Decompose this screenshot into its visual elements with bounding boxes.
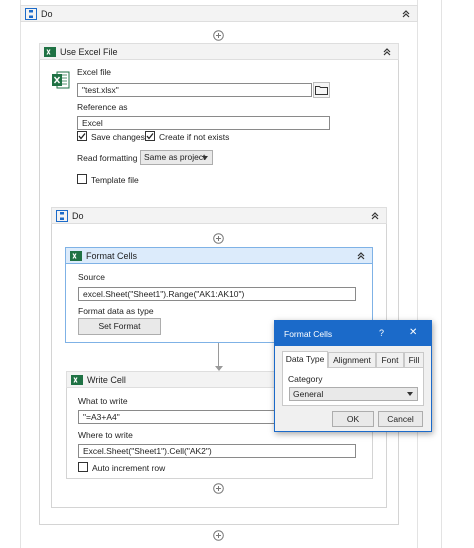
inner-do-title: Do (72, 210, 84, 221)
excel-logo-icon (52, 71, 70, 89)
excel-icon (44, 46, 56, 57)
category-label: Category (288, 374, 323, 384)
source-label: Source (78, 272, 105, 282)
collapse-icon[interactable] (401, 9, 411, 19)
tab-font[interactable]: Font (376, 352, 404, 368)
format-cells-dialog[interactable]: Format Cells ? ✕ Data Type Alignment Fon… (274, 320, 432, 432)
outer-frame-right (417, 0, 418, 548)
dialog-title: Format Cells (284, 329, 333, 339)
scroll-line (441, 0, 442, 548)
tab-panel: Category General (282, 368, 424, 406)
template-file-label: Template file (91, 175, 139, 185)
what-to-write-label: What to write (78, 396, 128, 406)
read-formatting-label: Read formatting (77, 153, 138, 163)
use-excel-file-header[interactable]: Use Excel File (39, 43, 399, 60)
collapse-icon[interactable] (382, 47, 392, 57)
add-activity-icon[interactable] (213, 530, 224, 541)
sequence-icon (56, 209, 68, 222)
format-cells-title: Format Cells (86, 250, 138, 261)
check-icon (146, 133, 154, 140)
help-button[interactable]: ? (379, 328, 384, 338)
what-to-write-input[interactable]: "=A3+A4" (78, 410, 278, 424)
read-formatting-dropdown[interactable]: Same as project (140, 150, 213, 165)
outer-frame-left (20, 0, 21, 548)
reference-as-label: Reference as (77, 102, 128, 112)
where-to-write-label: Where to write (78, 430, 133, 440)
use-excel-file-title: Use Excel File (60, 46, 118, 57)
source-input[interactable]: excel.Sheet("Sheet1").Range("AK1:AK10") (78, 287, 356, 301)
designer-canvas: Do Use Excel File Excel file "test.xlsx"… (0, 0, 474, 548)
format-type-label: Format data as type (78, 306, 154, 316)
reference-as-input[interactable]: Excel (77, 116, 330, 130)
ok-button[interactable]: OK (332, 411, 374, 427)
collapse-icon[interactable] (370, 211, 380, 221)
tab-alignment[interactable]: Alignment (328, 352, 376, 368)
auto-increment-label: Auto increment row (92, 463, 166, 473)
set-format-button[interactable]: Set Format (78, 318, 161, 335)
format-cells-header[interactable]: Format Cells (65, 247, 373, 264)
dropdown-arrow-icon (407, 392, 413, 396)
connector-line (218, 343, 219, 368)
dropdown-arrow-icon (202, 156, 208, 160)
tab-fill[interactable]: Fill (404, 352, 424, 368)
excel-file-input[interactable]: "test.xlsx" (77, 83, 312, 97)
excel-icon (70, 250, 82, 261)
save-changes-checkbox[interactable] (77, 131, 87, 141)
check-icon (78, 133, 86, 140)
outer-do-header[interactable]: Do (20, 5, 418, 22)
outer-do-title: Do (41, 8, 53, 19)
save-changes-label: Save changes (91, 132, 145, 142)
category-dropdown[interactable]: General (289, 387, 418, 401)
read-formatting-value: Same as project (144, 152, 206, 162)
excel-file-label: Excel file (77, 67, 112, 77)
cancel-button[interactable]: Cancel (378, 411, 423, 427)
where-to-write-input[interactable]: Excel.Sheet("Sheet1").Cell("AK2") (78, 444, 356, 458)
auto-increment-checkbox[interactable] (78, 462, 88, 472)
tab-data-type[interactable]: Data Type (282, 351, 328, 369)
template-file-checkbox[interactable] (77, 174, 87, 184)
create-if-not-exists-checkbox[interactable] (145, 131, 155, 141)
close-button[interactable]: ✕ (409, 327, 417, 338)
excel-icon (71, 374, 83, 385)
add-activity-icon[interactable] (213, 233, 224, 244)
dialog-title-bar[interactable]: Format Cells ? ✕ (275, 321, 431, 346)
folder-icon (315, 86, 328, 95)
inner-do-header[interactable]: Do (51, 207, 387, 224)
sequence-icon (25, 7, 37, 20)
create-if-not-exists-label: Create if not exists (159, 132, 230, 142)
write-cell-title: Write Cell (87, 374, 126, 385)
add-activity-icon[interactable] (213, 483, 224, 494)
browse-button[interactable] (313, 82, 330, 98)
category-value: General (293, 389, 324, 399)
collapse-icon[interactable] (356, 251, 366, 261)
add-activity-icon[interactable] (213, 30, 224, 41)
